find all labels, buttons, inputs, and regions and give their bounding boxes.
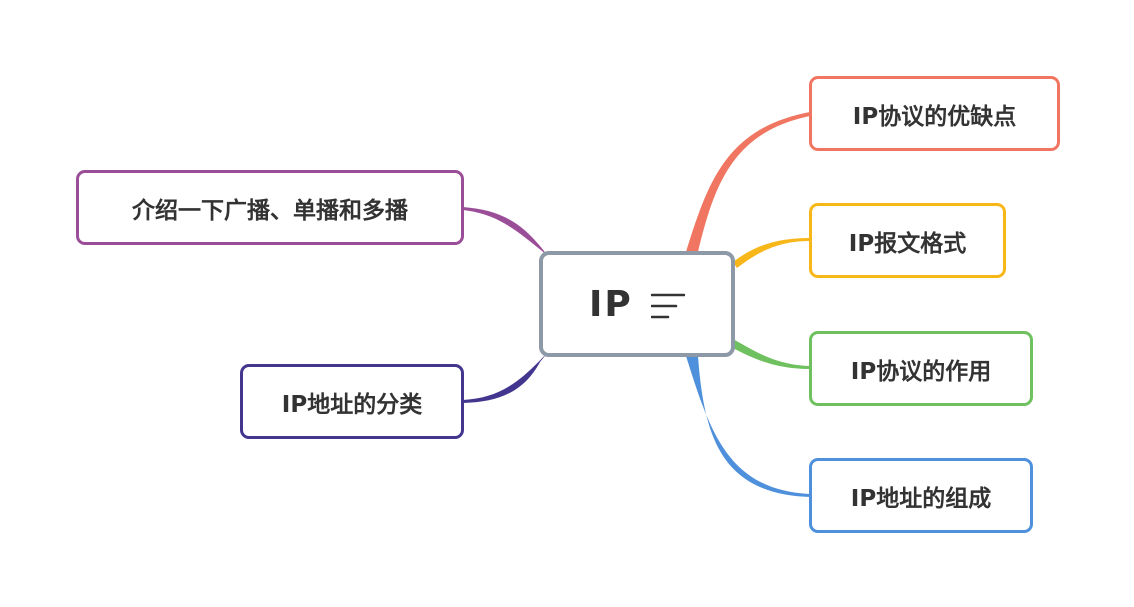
branch-t5 <box>463 207 548 256</box>
topic-broadcast-unicast-multicast[interactable]: 介绍一下广播、单播和多播 <box>76 170 464 245</box>
branch-t1 <box>686 112 810 252</box>
topic-ip-address-structure[interactable]: IP地址的组成 <box>809 458 1033 533</box>
central-topic[interactable]: IP <box>539 251 735 357</box>
topic-ip-address-classes-label: IP地址的分类 <box>281 391 423 418</box>
branch-t2 <box>733 238 810 268</box>
topic-ip-packet-format[interactable]: IP报文格式 <box>809 203 1006 278</box>
topic-ip-address-structure-label: IP地址的组成 <box>850 485 992 512</box>
topic-broadcast-unicast-multicast-label: 介绍一下广播、单播和多播 <box>132 197 408 224</box>
branch-t3 <box>731 339 810 369</box>
notes-lines-icon[interactable] <box>651 291 685 321</box>
topic-ip-pros-cons[interactable]: IP协议的优缺点 <box>809 76 1060 151</box>
central-topic-label: IP <box>589 283 633 325</box>
topic-ip-pros-cons-label: IP协议的优缺点 <box>852 103 1017 130</box>
branch-t4 <box>686 356 810 497</box>
topic-ip-packet-format-label: IP报文格式 <box>848 230 967 257</box>
mind-map-canvas: IP IP协议的优缺点 IP报文格式 IP协议的作用 IP地址的组成 介绍一下广… <box>0 0 1134 607</box>
topic-ip-address-classes[interactable]: IP地址的分类 <box>240 364 464 439</box>
topic-ip-protocol-role[interactable]: IP协议的作用 <box>809 331 1033 406</box>
topic-ip-protocol-role-label: IP协议的作用 <box>850 358 992 385</box>
branch-t6 <box>463 352 548 403</box>
